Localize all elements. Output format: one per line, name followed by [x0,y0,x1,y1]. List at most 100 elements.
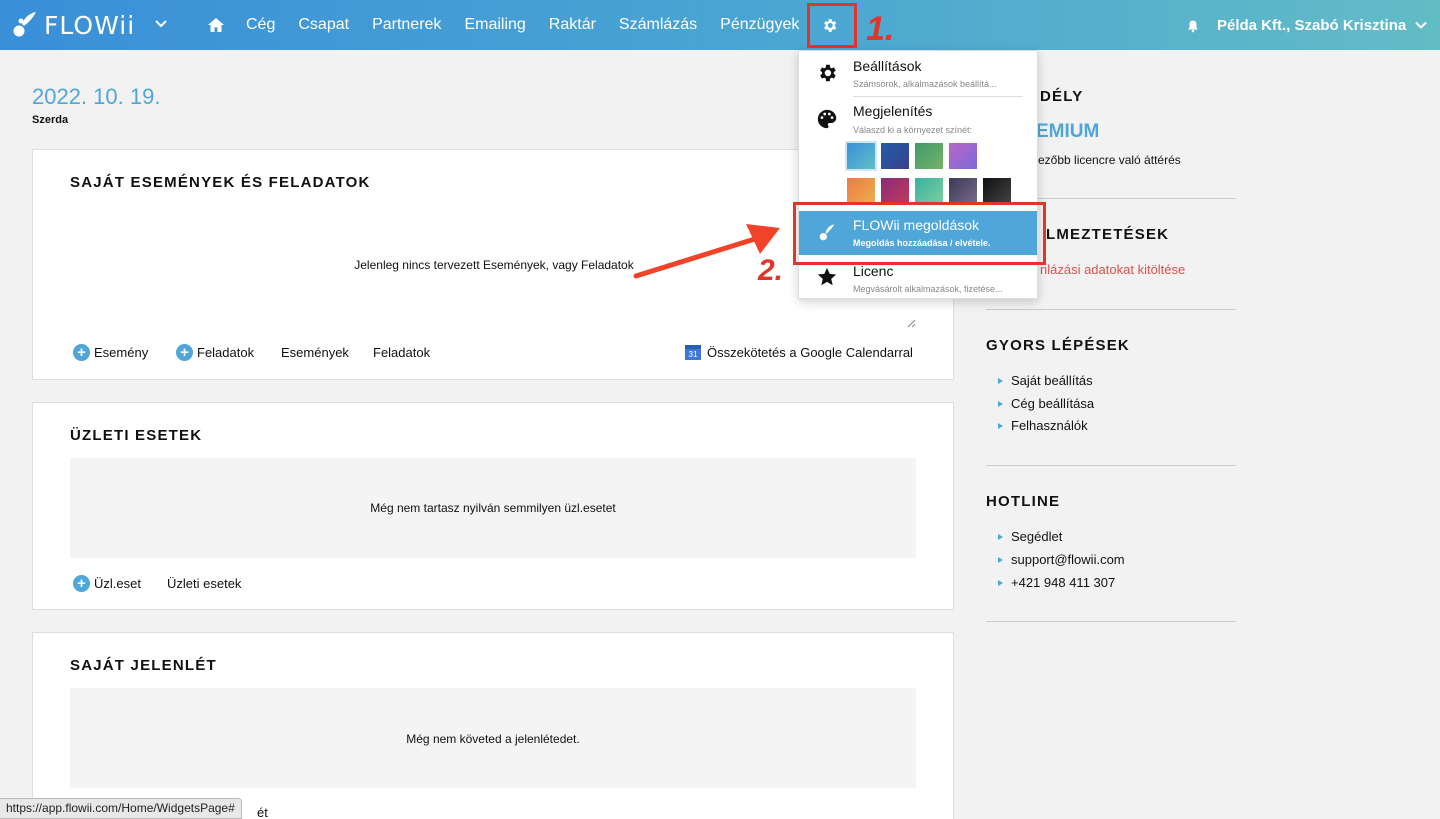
bullet-arrow-icon [998,533,1003,540]
hotline-phone-link[interactable]: +421 948 411 307 [998,575,1115,590]
action-label: Esemény [94,345,149,360]
bullet-arrow-icon [998,400,1003,407]
add-event-button[interactable]: + Esemény [73,344,148,361]
attendance-link[interactable]: ét [257,805,268,819]
flowii-logo[interactable]: FLOWii [12,8,135,42]
card-title: SAJÁT JELENLÉT [70,657,217,674]
gear-icon [820,64,836,82]
home-icon[interactable] [206,15,226,35]
color-swatch[interactable] [881,143,909,169]
menu-item-title: Megjelenítés [853,103,933,119]
current-date: 2022. 10. 19. [32,84,161,109]
link-label: Segédlet [1011,529,1063,544]
menu-item-subtitle: Számsorok, alkalmazások beállítá... [853,79,997,89]
add-business-case-button[interactable]: + Üzl.eset [73,575,141,592]
card-title: ÜZLETI ESETEK [70,427,203,444]
license-plan: EMIUM [1036,121,1100,142]
gear-icon[interactable] [821,17,838,34]
color-swatch[interactable] [881,178,909,204]
menu-item-title: Beállítások [853,58,922,74]
star-icon [817,267,837,286]
menu-item-subtitle: Megvásárolt alkalmazások, fizetése... [853,284,1003,294]
color-swatch[interactable] [845,141,877,171]
flowii-logo-icon [13,12,36,37]
color-swatch[interactable] [915,178,943,204]
bullet-arrow-icon [998,556,1003,563]
color-swatch[interactable] [949,143,977,169]
nav-item-ceg[interactable]: Cég [246,16,275,34]
sidebar-divider [986,309,1236,310]
action-label: Események [281,345,349,360]
chevron-down-icon[interactable] [1414,18,1428,32]
events-link[interactable]: Események [281,345,349,360]
main-nav: Cég Csapat Partnerek Emailing Raktár Szá… [206,0,822,50]
tasks-link[interactable]: Feladatok [373,345,430,360]
color-swatch[interactable] [949,178,977,204]
step-1-annotation: 1. [866,10,895,48]
nav-item-szamlazas[interactable]: Számlázás [619,16,697,34]
hotline-heading: HOTLINE [986,493,1061,510]
quick-link-own-settings[interactable]: Saját beállítás [998,373,1093,388]
quick-link-users[interactable]: Felhasználók [998,418,1088,433]
color-swatch[interactable] [915,143,943,169]
action-label: Összekötetés a Google Calendarral [707,345,913,360]
plus-icon: + [73,575,90,592]
chevron-down-icon[interactable] [153,16,169,32]
plus-icon: + [73,344,90,361]
bullet-arrow-icon [998,422,1003,429]
business-cases-link[interactable]: Üzleti esetek [167,576,241,591]
color-swatch[interactable] [983,178,1011,204]
bell-icon[interactable] [1186,19,1200,33]
card-title: SAJÁT ESEMÉNYEK ÉS FELADATOK [70,174,371,191]
hotline-help-link[interactable]: Segédlet [998,529,1062,544]
user-account-menu[interactable]: Példa Kft., Szabó Krisztina [1217,17,1406,34]
link-label: Saját beállítás [1011,373,1093,388]
link-label: Felhasználók [1011,418,1088,433]
sidebar-divider [986,465,1236,466]
action-label: Feladatok [197,345,255,360]
empty-message: Még nem követed a jelenlétedet. [406,732,580,746]
palette-icon [817,109,837,129]
google-calendar-link[interactable]: 31 Összekötetés a Google Calendarral [685,345,913,360]
nav-item-emailing[interactable]: Emailing [464,16,525,34]
solutions-highlight-box [793,202,1046,265]
browser-status-url: https://app.flowii.com/Home/WidgetsPage# [0,798,242,819]
top-navigation-bar: FLOWii Cég Csapat Partnerek Emailing Rak… [0,0,1440,50]
nav-item-partnerek[interactable]: Partnerek [372,16,441,34]
license-heading: DÉLY [1040,88,1084,105]
action-label: ét [257,805,268,819]
current-weekday: Szerda [32,114,69,126]
resize-handle-icon[interactable] [906,318,916,328]
step-2-annotation: 2. [758,254,784,287]
nav-item-raktar[interactable]: Raktár [549,16,596,34]
nav-item-penzugyek[interactable]: Pénzügyek [720,16,799,34]
plus-icon: + [176,344,193,361]
hotline-email-link[interactable]: support@flowii.com [998,552,1125,567]
bullet-arrow-icon [998,579,1003,586]
bullet-arrow-icon [998,377,1003,384]
logo-text: FLOWii [44,10,136,40]
action-label: Üzleti esetek [167,576,242,591]
sidebar-divider [986,621,1236,622]
add-task-button[interactable]: + Feladatok [176,344,254,361]
link-label: Cég beállítása [1011,396,1095,411]
color-swatch[interactable] [847,178,875,204]
link-label: +421 948 411 307 [1011,575,1116,590]
nav-item-csapat[interactable]: Csapat [298,16,349,34]
menu-item-title: Licenc [853,263,894,279]
warnings-heading: LMEZTETÉSEK [1046,226,1170,243]
menu-separator [853,96,1023,97]
business-cases-card: ÜZLETI ESETEK Még nem tartasz nyilván se… [32,402,954,610]
calendar-icon: 31 [685,345,701,360]
menu-item-subtitle: Válaszd ki a környezet színét: [853,125,973,135]
billing-data-warning-link[interactable]: nlázási adatokat kitöltése [1040,262,1185,277]
empty-message: Még nem tartasz nyilván semmilyen üzl.es… [370,501,616,515]
action-label: Üzl.eset [94,576,141,591]
attendance-card: SAJÁT JELENLÉT Még nem követed a jelenlé… [32,632,954,819]
menu-item-settings[interactable]: Beállítások Számsorok, alkalmazások beál… [799,51,1037,99]
action-label: Feladatok [373,345,431,360]
quick-link-company-settings[interactable]: Cég beállítása [998,396,1094,411]
quick-steps-heading: GYORS LÉPÉSEK [986,337,1130,354]
link-label: support@flowii.com [1011,552,1125,567]
license-upgrade-link[interactable]: ezőbb licencre való áttérés [1038,153,1181,167]
